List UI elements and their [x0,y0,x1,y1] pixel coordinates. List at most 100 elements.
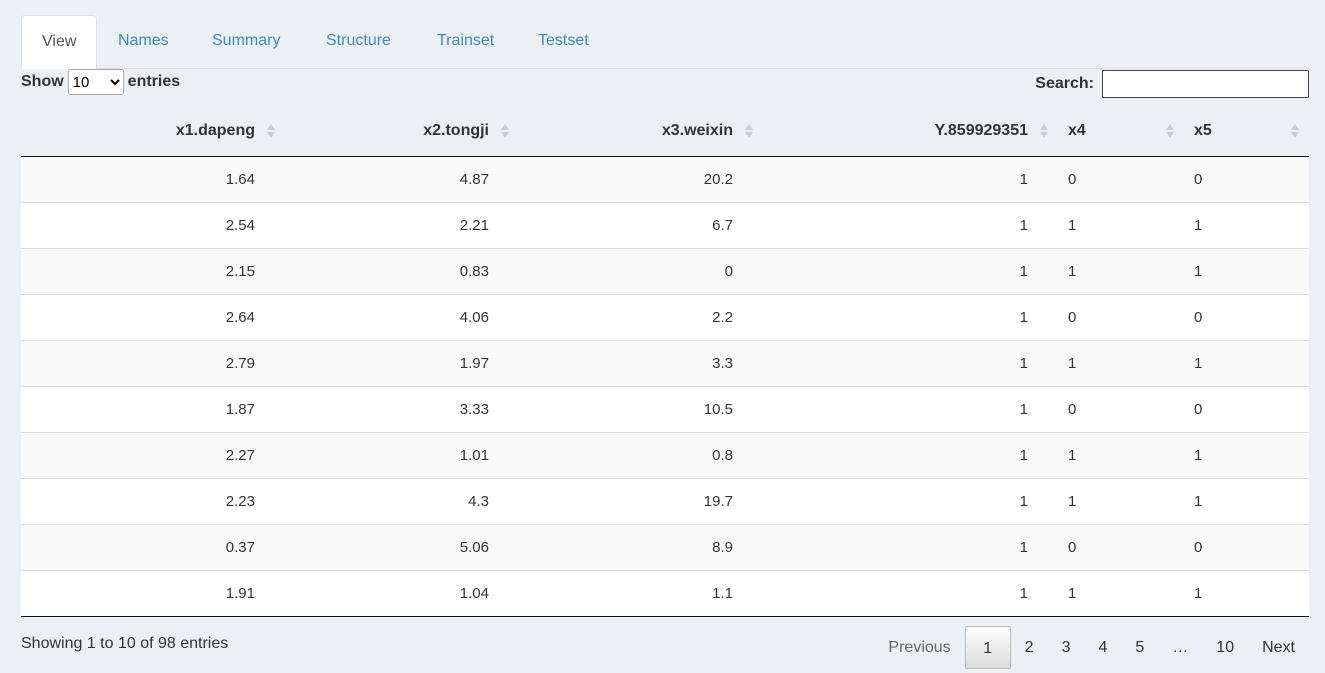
tab-bar: View Names Summary Structure Trainset Te… [21,15,1309,69]
table-row: 1.87 3.33 10.5 1 0 0 [21,386,1309,433]
sort-icon [267,124,275,138]
table-cell: 0.83 [285,248,519,295]
table-cell: 2.79 [21,340,285,387]
table-info: Showing 1 to 10 of 98 entries [21,635,229,652]
sort-icon [1040,124,1048,138]
page-button-3[interactable]: 3 [1048,626,1085,669]
table-cell: 5.06 [285,524,519,571]
table-cell: 1 [763,524,1058,571]
table-row: 2.27 1.01 0.8 1 1 1 [21,432,1309,479]
table-cell: 1 [763,432,1058,479]
table-row: 2.54 2.21 6.7 1 1 1 [21,202,1309,249]
table-cell: 1.04 [285,570,519,617]
table-cell: 1 [763,478,1058,525]
table-cell: 0 [1058,524,1184,571]
column-header-x2-tongji[interactable]: x2.tongji [285,106,519,157]
table-cell: 1.91 [21,570,285,617]
table-cell: 1 [763,156,1058,203]
table-cell: 2.23 [21,478,285,525]
table-cell: 8.9 [519,524,763,571]
table-cell: 3.3 [519,340,763,387]
table-cell: 1.97 [285,340,519,387]
previous-button[interactable]: Previous [874,626,964,669]
tab-testset[interactable]: Testset [518,15,609,67]
page-button-10[interactable]: 10 [1202,626,1248,669]
page-ellipsis: … [1172,639,1189,656]
page-button-5[interactable]: 5 [1121,626,1158,669]
tab-trainset[interactable]: Trainset [417,15,514,67]
table-cell: 2.64 [21,294,285,341]
column-header-x3-weixin[interactable]: x3.weixin [519,106,763,157]
table-cell: 1 [1058,202,1184,249]
table-row: 2.64 4.06 2.2 1 0 0 [21,294,1309,341]
table-header-row: x1.dapeng x2.tongji x3.weixin Y.85992935… [21,106,1309,157]
table-cell: 1.64 [21,156,285,203]
table-cell: 1 [1058,340,1184,387]
table-cell: 1 [763,340,1058,387]
table-cell: 0.8 [519,432,763,479]
table-cell: 1 [763,386,1058,433]
table-cell: 1 [1058,478,1184,525]
page-button-2[interactable]: 2 [1011,626,1048,669]
table-cell: 0 [1058,156,1184,203]
table-cell: 1.1 [519,570,763,617]
table-cell: 1 [1058,570,1184,617]
table-cell: 1 [1184,202,1309,249]
table-row: 1.91 1.04 1.1 1 1 1 [21,570,1309,617]
table-cell: 1.01 [285,432,519,479]
column-header-x4[interactable]: x4 [1058,106,1184,157]
sort-icon [501,124,509,138]
entries-label: entries [127,73,181,90]
sort-icon [1166,124,1174,138]
tab-structure[interactable]: Structure [306,15,411,67]
page-button-4[interactable]: 4 [1084,626,1121,669]
table-cell: 0 [1058,294,1184,341]
table-cell: 0 [519,248,763,295]
table-cell: 1 [1184,570,1309,617]
table-cell: 2.27 [21,432,285,479]
show-label: Show [21,73,64,90]
table-cell: 1 [1184,248,1309,295]
table-row: 0.37 5.06 8.9 1 0 0 [21,524,1309,571]
table-cell: 4.87 [285,156,519,203]
table-cell: 1 [763,202,1058,249]
column-header-y[interactable]: Y.859929351 [763,106,1058,157]
table-cell: 4.06 [285,294,519,341]
table-cell: 1 [1184,432,1309,479]
table-cell: 2.15 [21,248,285,295]
table-cell: 0 [1184,156,1309,203]
table-cell: 1 [1184,478,1309,525]
column-header-x1-dapeng[interactable]: x1.dapeng [21,106,285,157]
entries-length-control: Show 10 entries [21,68,180,96]
page-button-1[interactable]: 1 [964,626,1011,669]
table-row: 1.64 4.87 20.2 1 0 0 [21,156,1309,203]
table-cell: 1 [1184,340,1309,387]
search-label: Search: [1035,75,1094,92]
table-cell: 19.7 [519,478,763,525]
table-cell: 1 [1058,248,1184,295]
table-cell: 1.87 [21,386,285,433]
table-cell: 0.37 [21,524,285,571]
table-cell: 0 [1184,524,1309,571]
table-cell: 3.33 [285,386,519,433]
search-control: Search: [1035,68,1309,100]
tab-summary[interactable]: Summary [192,15,300,67]
table-cell: 1 [763,570,1058,617]
table-row: 2.15 0.83 0 1 1 1 [21,248,1309,295]
data-table: x1.dapeng x2.tongji x3.weixin Y.85992935… [21,106,1309,617]
tab-names[interactable]: Names [98,15,189,67]
table-cell: 0 [1184,386,1309,433]
column-header-x5[interactable]: x5 [1184,106,1309,157]
table-cell: 4.3 [285,478,519,525]
table-row: 2.23 4.3 19.7 1 1 1 [21,478,1309,525]
tab-view[interactable]: View [21,15,98,69]
next-button[interactable]: Next [1248,626,1309,669]
search-input[interactable] [1102,70,1309,98]
entries-select[interactable]: 10 [67,69,124,95]
pagination: Previous 1 2 3 4 5 … 10 Next [874,625,1309,670]
table-cell: 2.2 [519,294,763,341]
sort-icon [1291,124,1299,138]
table-cell: 1 [763,248,1058,295]
table-cell: 20.2 [519,156,763,203]
table-cell: 1 [1058,432,1184,479]
